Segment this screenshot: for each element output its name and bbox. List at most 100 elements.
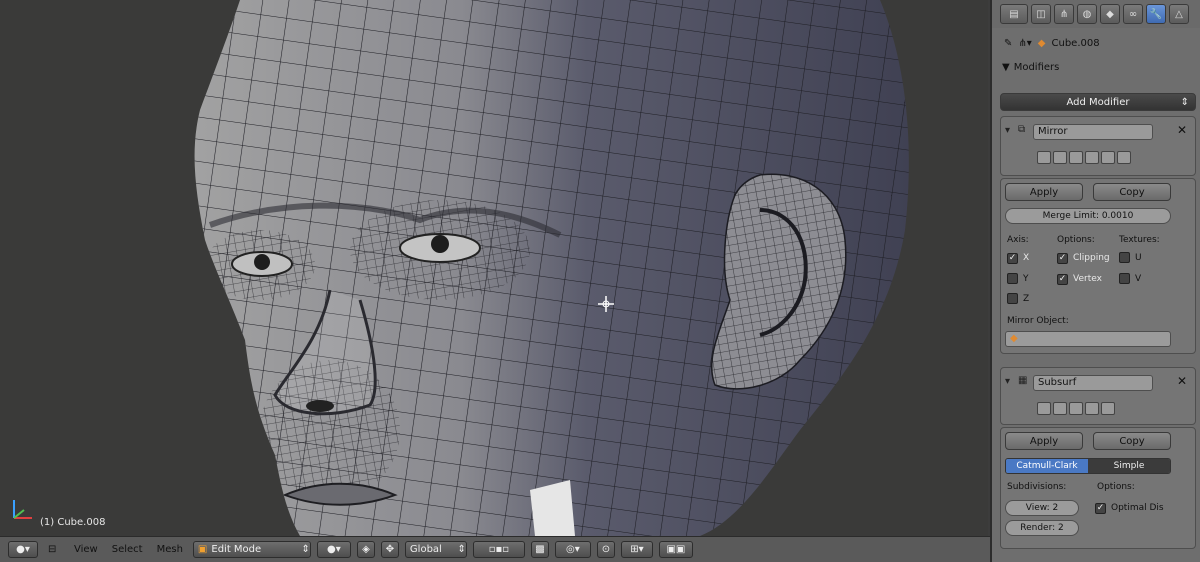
axis-heading: Axis: <box>1007 235 1029 245</box>
menu-mesh[interactable]: Mesh <box>153 544 187 555</box>
clipping-checkbox[interactable]: ✓ <box>1057 252 1068 264</box>
editor-type-button[interactable]: ▤ <box>1000 4 1028 24</box>
manipulator-toggle[interactable]: ✥ <box>380 541 399 558</box>
render-toggle-icon[interactable] <box>1037 402 1051 415</box>
editor-type-button[interactable]: ●▾ <box>8 541 38 558</box>
tex-u-checkbox[interactable] <box>1119 252 1130 266</box>
vertex-checkbox[interactable]: ✓ <box>1057 273 1068 285</box>
snap-element-select[interactable]: ⊞▾ <box>620 541 653 558</box>
subsurf-apply-button[interactable]: Apply <box>1005 432 1083 450</box>
vertex-label: Vertex <box>1073 274 1102 284</box>
add-modifier-button[interactable]: Add Modifier ⇕ <box>1000 93 1196 111</box>
merge-limit-field[interactable]: Merge Limit: 0.0010 <box>1005 208 1171 224</box>
proportional-edit-select[interactable]: ◎▾ <box>554 541 591 558</box>
subsurf-name-field[interactable]: Subsurf <box>1033 375 1153 391</box>
magnet-icon: ⊙ <box>601 544 611 555</box>
subsurf-modifier-icon: ▦ <box>1018 375 1028 386</box>
view-levels-field[interactable]: View: 2 <box>1005 500 1079 516</box>
move-up-icon[interactable] <box>1101 151 1115 164</box>
subdivisions-heading: Subdivisions: <box>1007 482 1067 492</box>
view-toggle-icon[interactable] <box>1053 402 1067 415</box>
3d-viewport[interactable]: (1) Cube.008 <box>0 0 988 536</box>
expand-triangle-icon[interactable]: ▾ <box>1005 125 1010 136</box>
simple-option[interactable]: Simple <box>1088 459 1170 473</box>
subsurf-modifier-body: Apply Copy Catmull-Clark Simple Subdivis… <box>1000 427 1196 549</box>
mesh-data-icon: △ <box>1175 8 1183 20</box>
move-down-icon[interactable] <box>1101 402 1115 415</box>
mirror-copy-button[interactable]: Copy <box>1093 183 1171 201</box>
mirror-name-field[interactable]: Mirror <box>1033 124 1153 140</box>
mirror-modifier-header: ▾ ⧉ Mirror ✕ <box>1000 116 1196 176</box>
edit-mode-icon: ▣ <box>197 544 208 555</box>
tab-world[interactable]: ◍ <box>1077 4 1097 24</box>
clipping-label: Clipping <box>1073 253 1110 263</box>
grid-icon: ⊞▾ <box>630 544 644 555</box>
link-icon: ∞ <box>1128 8 1138 20</box>
snap-toggle[interactable]: ⊙ <box>596 541 615 558</box>
object-icon: ◆ <box>1106 8 1114 20</box>
tex-v-label: V <box>1135 274 1142 284</box>
camera-icon: ▣▣ <box>666 544 686 555</box>
vertex-edge-face-icon: ▫▪▫ <box>488 544 510 555</box>
pin-icon[interactable]: ✎ <box>1004 38 1012 49</box>
mirror-apply-button[interactable]: Apply <box>1005 183 1083 201</box>
expand-triangle-icon[interactable]: ▾ <box>1005 376 1010 387</box>
world-icon: ◍ <box>1082 8 1092 20</box>
camera-icon: ◫ <box>1036 8 1046 20</box>
move-down-icon[interactable] <box>1117 151 1131 164</box>
updown-arrows-icon: ⇕ <box>1180 96 1189 108</box>
orientation-label: Global <box>409 544 442 555</box>
mirror-object-field[interactable]: ◆ <box>1005 331 1171 347</box>
close-icon[interactable]: ✕ <box>1177 374 1187 388</box>
solid-sphere-icon: ●▾ <box>327 544 341 555</box>
shading-select[interactable]: ●▾ <box>316 541 351 558</box>
select-mode-buttons[interactable]: ▫▪▫ <box>472 541 525 558</box>
modifiers-panel-header[interactable]: ▼ Modifiers <box>992 58 1200 76</box>
move-up-icon[interactable] <box>1085 402 1099 415</box>
manipulator-icon: ✥ <box>385 544 395 555</box>
tex-v-checkbox[interactable] <box>1119 273 1130 287</box>
object-icon: ◆ <box>1037 37 1046 49</box>
render-toggle-icon[interactable] <box>1037 151 1051 164</box>
render-levels-field[interactable]: Render: 2 <box>1005 520 1079 536</box>
tab-constraints[interactable]: ∞ <box>1123 4 1143 24</box>
tab-render[interactable]: ◫ <box>1031 4 1051 24</box>
head-mesh <box>194 0 909 536</box>
limit-selection-toggle[interactable]: ▩ <box>530 541 549 558</box>
menu-select[interactable]: Select <box>108 544 147 555</box>
textures-heading: Textures: <box>1119 235 1160 245</box>
editmode-toggle-icon[interactable] <box>1069 402 1083 415</box>
menu-view[interactable]: View <box>70 544 102 555</box>
tab-modifiers[interactable]: 🔧 <box>1146 4 1166 24</box>
catmull-clark-option[interactable]: Catmull-Clark <box>1006 459 1088 473</box>
render-buttons[interactable]: ▣▣ <box>658 541 693 558</box>
mode-label: Edit Mode <box>211 544 262 555</box>
tab-object[interactable]: ◆ <box>1100 4 1120 24</box>
wrench-icon: 🔧 <box>1149 8 1163 20</box>
collapse-triangle-icon: ▼ <box>1002 61 1010 73</box>
panel-icon: ▤ <box>1009 8 1019 20</box>
tab-scene[interactable]: ⋔ <box>1054 4 1074 24</box>
context-path: ✎ ⋔▾ ◆ Cube.008 <box>992 28 1200 58</box>
add-modifier-label: Add Modifier <box>1066 96 1130 108</box>
subsurf-display-toggles[interactable] <box>1037 402 1115 415</box>
optimal-display-checkbox[interactable]: ✓ <box>1095 502 1106 514</box>
axis-z-checkbox[interactable] <box>1007 293 1018 307</box>
object-icon: ◆ <box>1010 333 1018 344</box>
orientation-select[interactable]: Global ⇕ <box>404 541 467 558</box>
axis-x-label: X <box>1023 253 1030 263</box>
mode-select[interactable]: ▣ Edit Mode ⇕ <box>192 541 311 558</box>
view-toggle-icon[interactable] <box>1053 151 1067 164</box>
subsurf-copy-button[interactable]: Copy <box>1093 432 1171 450</box>
cage-toggle-icon[interactable] <box>1085 151 1099 164</box>
editmode-toggle-icon[interactable] <box>1069 151 1083 164</box>
close-icon[interactable]: ✕ <box>1177 123 1187 137</box>
pivot-icon: ◈ <box>362 544 370 555</box>
pivot-select[interactable]: ◈ <box>356 541 375 558</box>
axis-y-checkbox[interactable] <box>1007 273 1018 287</box>
mirror-display-toggles[interactable] <box>1037 151 1131 164</box>
axis-x-checkbox[interactable]: ✓ <box>1007 252 1018 264</box>
header-toggle-icon[interactable]: ⊟ <box>44 544 64 555</box>
tab-data[interactable]: △ <box>1169 4 1189 24</box>
viewport-header: ●▾ ⊟ View Select Mesh ▣ Edit Mode ⇕ ●▾ ◈… <box>0 536 990 562</box>
